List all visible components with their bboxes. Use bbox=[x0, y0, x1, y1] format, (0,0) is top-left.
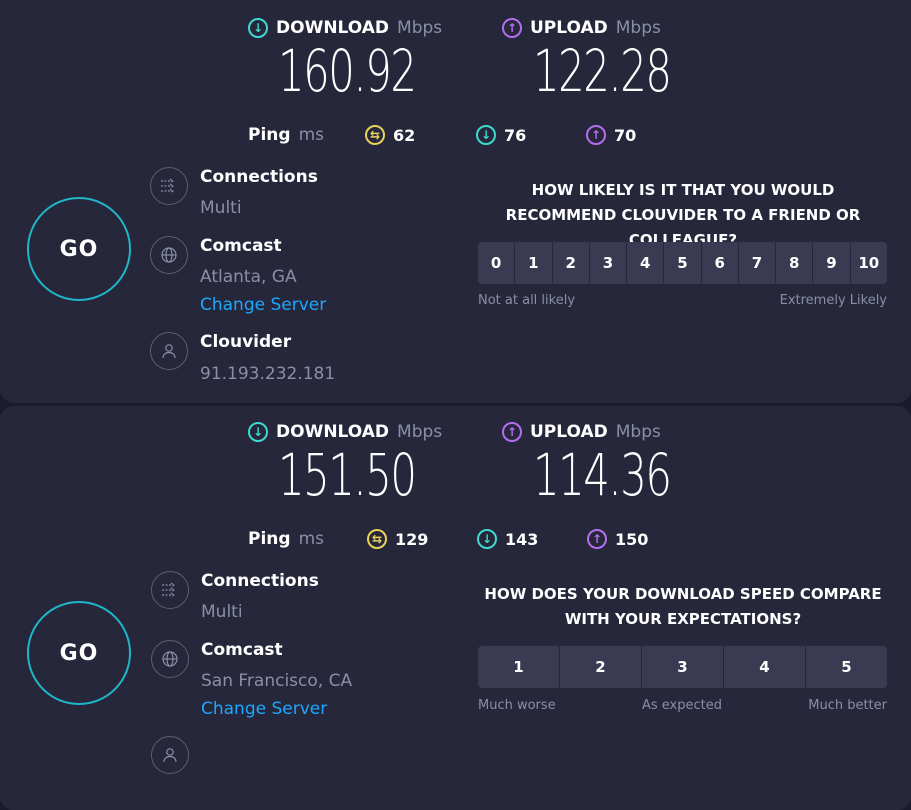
upload-label: UPLOAD bbox=[530, 422, 608, 442]
arrow-up-circle-icon: ↑ bbox=[502, 422, 522, 442]
ping-label: Ping bbox=[248, 529, 291, 549]
isp-location: San Francisco, CA bbox=[201, 671, 353, 691]
ping-idle: ⇆ 129 bbox=[367, 529, 428, 549]
arrow-up-circle-icon: ↑ bbox=[586, 125, 606, 145]
scale-option[interactable]: 2 bbox=[560, 646, 642, 688]
upload-unit: Mbps bbox=[615, 18, 661, 38]
upload-header: ↑ UPLOAD Mbps bbox=[502, 422, 661, 442]
ping-download: ↓ 76 bbox=[476, 125, 526, 145]
scale-option[interactable]: 5 bbox=[806, 646, 887, 688]
connections-title: Connections bbox=[200, 167, 318, 187]
ping-download-value: 143 bbox=[505, 529, 539, 549]
arrow-up-circle-icon: ↑ bbox=[587, 529, 607, 549]
ping-row: Ping ms bbox=[248, 529, 324, 549]
scale-high-label: Much better bbox=[808, 698, 887, 713]
jitter-icon: ⇆ bbox=[365, 125, 385, 145]
download-header: ↓ DOWNLOAD Mbps bbox=[248, 422, 442, 442]
scale-option[interactable]: 2 bbox=[552, 242, 590, 284]
isp-name: Comcast bbox=[201, 640, 283, 660]
jitter-icon: ⇆ bbox=[367, 529, 387, 549]
upload-label: UPLOAD bbox=[530, 18, 608, 38]
scale-low-label: Not at all likely bbox=[478, 293, 576, 308]
arrow-up-circle-icon: ↑ bbox=[502, 18, 522, 38]
survey-question: HOW DOES YOUR DOWNLOAD SPEED COMPARE WIT… bbox=[484, 585, 882, 628]
scale-option[interactable]: 0 bbox=[478, 242, 516, 284]
upload-value: 114.36 bbox=[533, 441, 672, 509]
upload-value: 122.28 bbox=[533, 37, 672, 105]
user-icon bbox=[151, 736, 189, 774]
connections-icon bbox=[150, 167, 188, 205]
scale-option[interactable]: 1 bbox=[515, 242, 553, 284]
ping-row: Ping ms bbox=[248, 125, 324, 145]
scale-high-label: Extremely Likely bbox=[779, 293, 887, 308]
scale-option[interactable]: 1 bbox=[478, 646, 560, 688]
arrow-down-circle-icon: ↓ bbox=[476, 125, 496, 145]
ping-unit: ms bbox=[298, 125, 324, 145]
ping-upload-value: 150 bbox=[615, 529, 649, 549]
globe-icon bbox=[150, 236, 188, 274]
download-unit: Mbps bbox=[397, 422, 443, 442]
scale-option[interactable]: 4 bbox=[724, 646, 806, 688]
change-server-link[interactable]: Change Server bbox=[201, 699, 327, 719]
download-label: DOWNLOAD bbox=[276, 422, 390, 442]
download-unit: Mbps bbox=[397, 18, 443, 38]
expectation-scale: 12345 bbox=[478, 646, 887, 688]
scale-option[interactable]: 5 bbox=[664, 242, 702, 284]
scale-option[interactable]: 10 bbox=[850, 242, 887, 284]
ping-upload-value: 70 bbox=[614, 125, 637, 145]
download-value: 160.92 bbox=[278, 37, 417, 105]
connections-value: Multi bbox=[201, 602, 243, 622]
scale-option[interactable]: 6 bbox=[701, 242, 739, 284]
arrow-down-circle-icon: ↓ bbox=[477, 529, 497, 549]
ping-upload: ↑ 150 bbox=[587, 529, 648, 549]
go-button[interactable]: GO bbox=[27, 601, 131, 705]
ping-download-value: 76 bbox=[504, 125, 527, 145]
scale-low-label: Much worse bbox=[478, 698, 556, 713]
arrow-down-circle-icon: ↓ bbox=[248, 422, 268, 442]
isp-name: Comcast bbox=[200, 236, 282, 256]
ping-label: Ping bbox=[248, 125, 291, 145]
connections-title: Connections bbox=[201, 571, 319, 591]
host-ip: 91.193.232.181 bbox=[200, 364, 336, 384]
scale-option[interactable]: 7 bbox=[738, 242, 777, 284]
scale-option[interactable]: 9 bbox=[813, 242, 851, 284]
scale-option[interactable]: 8 bbox=[776, 242, 814, 284]
nps-scale-labels: Not at all likely Extremely Likely bbox=[478, 293, 887, 308]
scale-mid-label: As expected bbox=[641, 698, 722, 713]
connections-icon bbox=[151, 571, 189, 609]
ping-idle: ⇆ 62 bbox=[365, 125, 415, 145]
ping-upload: ↑ 70 bbox=[586, 125, 636, 145]
scale-option[interactable]: 3 bbox=[642, 646, 724, 688]
user-icon bbox=[150, 332, 188, 370]
nps-scale: 0 1 2 3 4 5 6 7 8 9 10 bbox=[478, 242, 887, 284]
scale-option[interactable]: 4 bbox=[627, 242, 665, 284]
download-label: DOWNLOAD bbox=[276, 18, 390, 38]
change-server-link[interactable]: Change Server bbox=[200, 295, 326, 315]
ping-unit: ms bbox=[298, 529, 324, 549]
scale-option[interactable]: 3 bbox=[589, 242, 628, 284]
download-header: ↓ DOWNLOAD Mbps bbox=[248, 18, 442, 38]
host-name: Clouvider bbox=[200, 332, 292, 352]
isp-location: Atlanta, GA bbox=[200, 267, 297, 287]
upload-header: ↑ UPLOAD Mbps bbox=[502, 18, 661, 38]
arrow-down-circle-icon: ↓ bbox=[248, 18, 268, 38]
ping-idle-value: 129 bbox=[395, 529, 429, 549]
connections-value: Multi bbox=[200, 198, 242, 218]
ping-idle-value: 62 bbox=[393, 125, 416, 145]
ping-download: ↓ 143 bbox=[477, 529, 538, 549]
expectation-scale-labels: Much worse As expected Much better bbox=[478, 698, 887, 713]
go-button[interactable]: GO bbox=[27, 197, 131, 301]
upload-unit: Mbps bbox=[615, 422, 661, 442]
globe-icon bbox=[151, 640, 189, 678]
download-value: 151.50 bbox=[278, 441, 417, 509]
